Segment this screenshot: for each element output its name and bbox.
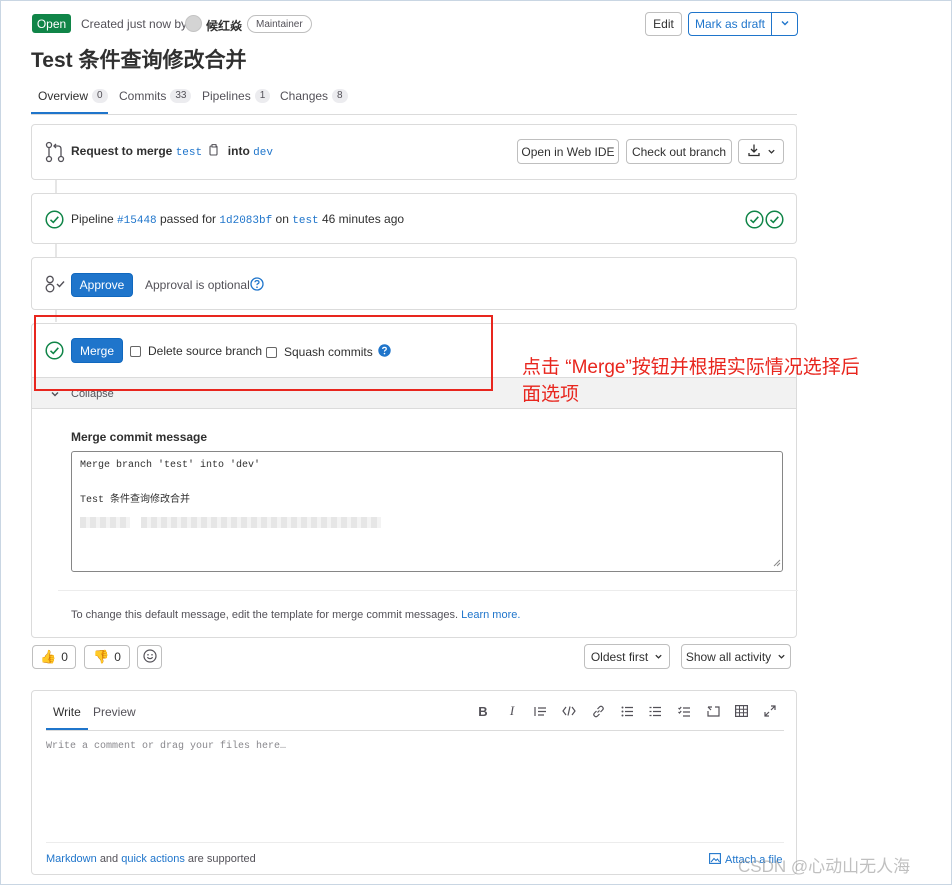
redacted-text — [80, 517, 130, 528]
pipeline-branch-link[interactable]: test — [292, 215, 318, 227]
sort-order-dropdown[interactable]: Oldest first — [584, 644, 670, 669]
stage-passed-icon[interactable] — [745, 210, 764, 232]
tab-pipelines[interactable]: Pipelines 1 — [202, 88, 271, 104]
chevron-down-icon — [777, 650, 786, 664]
pipeline-id-link[interactable]: #15448 — [117, 215, 157, 227]
pipeline-passed-icon[interactable] — [45, 210, 64, 229]
copy-icon[interactable] — [209, 144, 220, 159]
approval-card: Approve Approval is optional — [31, 257, 797, 310]
draft-dropdown-button[interactable] — [771, 12, 798, 36]
pipeline-summary: Pipeline #15448 passed for 1d2083bf on t… — [71, 212, 405, 227]
question-icon[interactable] — [250, 277, 264, 294]
edit-button[interactable]: Edit — [645, 12, 682, 36]
table-icon[interactable] — [733, 703, 749, 719]
created-text: Created just now by — [81, 17, 188, 31]
tab-preview[interactable]: Preview — [93, 705, 136, 719]
source-branch-link[interactable]: test — [176, 147, 202, 159]
tab-overview[interactable]: Overview 0 — [38, 88, 108, 104]
chevron-down-icon — [767, 145, 776, 159]
author-name[interactable]: 候红焱 — [206, 17, 242, 34]
open-web-ide-button[interactable]: Open in Web IDE — [517, 139, 619, 164]
link-icon[interactable] — [590, 703, 606, 719]
commit-sha-link[interactable]: 1d2083bf — [219, 215, 272, 227]
code-icon[interactable] — [561, 703, 577, 719]
numbered-list-icon[interactable] — [647, 703, 663, 719]
annotation-highlight-box — [34, 315, 493, 391]
textarea-divider — [58, 590, 798, 591]
bold-icon[interactable]: B — [475, 703, 491, 719]
merge-commit-message-textarea[interactable]: Merge branch 'test' into 'dev' Test 条件查询… — [71, 451, 783, 572]
annotation-line-2: 面选项 — [522, 384, 580, 405]
stage-passed-icon[interactable] — [765, 210, 784, 232]
comment-footer-divider — [46, 842, 784, 843]
merge-commit-message-label: Merge commit message — [71, 430, 208, 444]
status-badge: Open — [32, 14, 71, 33]
smiley-icon — [142, 648, 157, 666]
italic-icon[interactable]: I — [504, 703, 520, 719]
add-reaction-button[interactable] — [137, 645, 162, 669]
watermark: CSDN @心动山无人海 — [738, 857, 911, 876]
mark-as-draft-button[interactable]: Mark as draft — [688, 12, 772, 36]
toolbar-divider — [46, 730, 784, 731]
tab-commits[interactable]: Commits 33 — [119, 88, 192, 104]
merge-request-icon — [45, 141, 65, 166]
comment-textarea[interactable]: Write a comment or drag your files here… — [46, 741, 784, 839]
learn-more-link[interactable]: Learn more. — [461, 609, 520, 621]
activity-filter-dropdown[interactable]: Show all activity — [681, 644, 791, 669]
approval-icon — [44, 275, 66, 296]
request-card: Request to merge test into dev Open in W… — [31, 124, 797, 180]
thumbs-up-button[interactable]: 👍 0 — [32, 645, 76, 669]
markdown-hint: Markdown and quick actions are supported — [46, 853, 256, 865]
request-summary: Request to merge test into dev — [71, 144, 273, 159]
thumbs-up-icon: 👍 — [40, 649, 57, 664]
chevron-down-icon — [780, 17, 790, 31]
page-title: Test 条件查询修改合并 — [31, 49, 247, 72]
collapsible-section-icon[interactable] — [705, 703, 721, 719]
tab-write[interactable]: Write — [53, 705, 81, 719]
bullet-list-icon[interactable] — [619, 703, 635, 719]
target-branch-link[interactable]: dev — [253, 147, 273, 159]
download-dropdown-button[interactable] — [738, 139, 784, 164]
thumbs-down-icon: 👎 — [93, 649, 110, 664]
thumbs-down-button[interactable]: 👎 0 — [84, 645, 130, 669]
resize-handle-icon[interactable] — [772, 556, 781, 570]
chevron-down-icon — [654, 650, 663, 664]
tabs-divider — [31, 114, 797, 115]
tab-changes[interactable]: Changes 8 — [280, 88, 348, 104]
quote-icon[interactable] — [532, 703, 548, 719]
approval-optional-text: Approval is optional — [145, 278, 250, 292]
markdown-link[interactable]: Markdown — [46, 853, 97, 865]
role-badge: Maintainer — [247, 15, 312, 33]
merge-hint: To change this default message, edit the… — [71, 609, 521, 621]
redacted-text — [141, 517, 381, 528]
download-icon — [747, 143, 761, 160]
avatar[interactable] — [185, 15, 202, 32]
annotation-line-1: 点击 “Merge”按钮并根据实际情况选择后 — [522, 357, 860, 378]
quick-actions-link[interactable]: quick actions — [121, 853, 185, 865]
task-list-icon[interactable] — [676, 703, 692, 719]
fullscreen-icon[interactable] — [762, 703, 778, 719]
check-out-branch-button[interactable]: Check out branch — [626, 139, 732, 164]
approve-button[interactable]: Approve — [71, 273, 133, 297]
image-icon — [709, 853, 721, 867]
pipeline-card: Pipeline #15448 passed for 1d2083bf on t… — [31, 193, 797, 244]
